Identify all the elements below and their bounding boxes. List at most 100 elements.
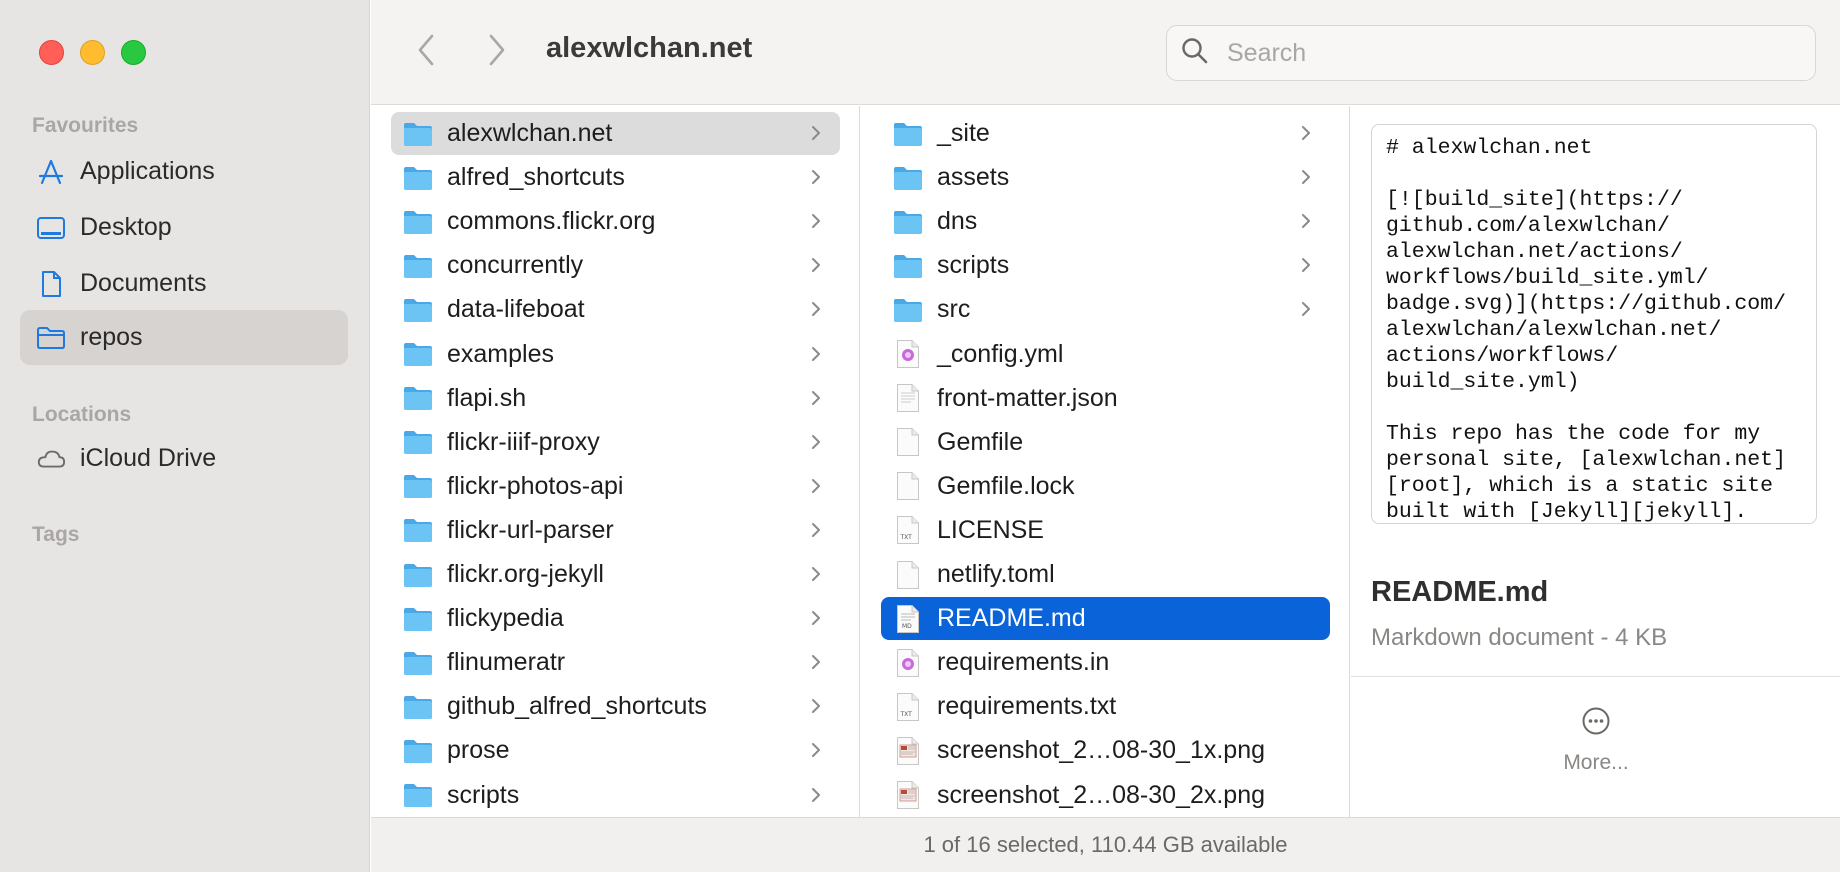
folder-icon bbox=[403, 560, 433, 590]
file-preview[interactable]: # alexwlchan.net [![build_site](https://… bbox=[1371, 124, 1817, 524]
file-row[interactable]: TXT requirements.txt bbox=[881, 685, 1330, 728]
folder-row[interactable]: flickr-iiif-proxy bbox=[391, 421, 840, 464]
folder-row[interactable]: flickr-photos-api bbox=[391, 465, 840, 508]
file-row[interactable]: netlify.toml bbox=[881, 553, 1330, 596]
close-button[interactable] bbox=[39, 40, 64, 65]
sidebar-item-icloud-drive[interactable]: iCloud Drive bbox=[20, 431, 348, 486]
search-icon bbox=[1181, 37, 1209, 70]
desktop-icon bbox=[36, 213, 66, 243]
chevron-right-icon bbox=[806, 652, 826, 672]
chevron-left-icon bbox=[418, 34, 434, 66]
document-icon bbox=[36, 269, 66, 299]
folder-row[interactable]: alexwlchan.net bbox=[391, 112, 840, 155]
folder-row[interactable]: alfred_shortcuts bbox=[391, 156, 840, 199]
toolbar: alexwlchan.net Search bbox=[371, 0, 1840, 105]
item-name: README.md bbox=[937, 604, 1086, 633]
folder-row[interactable]: flinumeratr bbox=[391, 641, 840, 684]
file-row[interactable]: front-matter.json bbox=[881, 377, 1330, 420]
folder-row[interactable]: prose bbox=[391, 729, 840, 772]
folder-icon bbox=[403, 736, 433, 766]
item-name: examples bbox=[447, 339, 554, 368]
window-controls bbox=[39, 40, 146, 65]
folder-row[interactable]: flapi.sh bbox=[391, 377, 840, 420]
search-input[interactable]: Search bbox=[1166, 25, 1816, 81]
sidebar-section-favourites: Favourites bbox=[32, 114, 139, 137]
chevron-right-icon bbox=[806, 167, 826, 187]
cloud-icon bbox=[36, 444, 66, 474]
file-row[interactable]: requirements.in bbox=[881, 641, 1330, 684]
file-row[interactable]: Gemfile bbox=[881, 421, 1330, 464]
chevron-right-icon bbox=[806, 211, 826, 231]
folder-icon bbox=[403, 295, 433, 325]
folder-row[interactable]: concurrently bbox=[391, 244, 840, 287]
folder-row[interactable]: flickr.org-jekyll bbox=[391, 553, 840, 596]
finder-window: Favourites Applications Desktop Document… bbox=[0, 0, 1840, 872]
folder-row[interactable]: examples bbox=[391, 333, 840, 376]
item-name: front-matter.json bbox=[937, 383, 1118, 412]
file-row[interactable]: MD README.md bbox=[881, 597, 1330, 641]
item-name: requirements.txt bbox=[937, 692, 1117, 721]
item-name: assets bbox=[937, 163, 1010, 192]
folder-row[interactable]: flickypedia bbox=[391, 597, 840, 640]
chevron-right-icon bbox=[806, 696, 826, 716]
folder-icon bbox=[403, 780, 433, 810]
chevron-right-icon bbox=[806, 740, 826, 760]
item-name: flinumeratr bbox=[447, 648, 566, 677]
folder-row[interactable]: src bbox=[881, 288, 1330, 331]
sidebar-item-desktop[interactable]: Desktop bbox=[20, 200, 348, 255]
item-name: concurrently bbox=[447, 251, 584, 280]
minimize-button[interactable] bbox=[80, 40, 105, 65]
item-name: flickr.org-jekyll bbox=[447, 560, 604, 588]
more-button[interactable]: More... bbox=[1506, 706, 1686, 775]
file-row[interactable]: screenshot_2…08-30_2x.png bbox=[881, 774, 1330, 817]
file-row[interactable]: _config.yml bbox=[881, 333, 1330, 376]
folder-icon bbox=[36, 323, 66, 353]
file-row[interactable]: screenshot_2…08-30_1x.png bbox=[881, 729, 1330, 772]
back-button[interactable] bbox=[406, 30, 446, 70]
chevron-right-icon bbox=[1296, 299, 1316, 319]
item-name: Gemfile bbox=[937, 427, 1024, 456]
file-row[interactable]: Gemfile.lock bbox=[881, 465, 1330, 508]
sidebar-item-applications[interactable]: Applications bbox=[20, 144, 348, 199]
file-icon: TXT bbox=[893, 692, 923, 722]
folder-row[interactable]: data-lifeboat bbox=[391, 288, 840, 331]
sidebar-item-documents[interactable]: Documents bbox=[20, 256, 348, 311]
file-icon: TXT bbox=[893, 515, 923, 545]
file-icon bbox=[893, 648, 923, 678]
file-row[interactable]: TXT LICENSE bbox=[881, 509, 1330, 552]
folder-row[interactable]: scripts bbox=[881, 244, 1330, 287]
item-name: screenshot_2…08-30_1x.png bbox=[937, 736, 1266, 765]
chevron-right-icon bbox=[1296, 123, 1316, 143]
folder-icon bbox=[403, 648, 433, 678]
folder-icon bbox=[403, 163, 433, 193]
folder-row[interactable]: scripts bbox=[391, 774, 840, 817]
sidebar: Favourites Applications Desktop Document… bbox=[0, 0, 370, 872]
file-icon bbox=[893, 471, 923, 501]
window-title: alexwlchan.net bbox=[546, 32, 753, 64]
item-name: alfred_shortcuts bbox=[447, 163, 625, 192]
sidebar-item-repos[interactable]: repos bbox=[20, 310, 348, 365]
divider bbox=[1351, 676, 1840, 677]
chevron-right-icon bbox=[489, 34, 505, 66]
item-name: requirements.in bbox=[937, 648, 1110, 677]
chevron-right-icon bbox=[806, 299, 826, 319]
column-alexwlchan-net: _siteassets dns scripts src _config.ymlfront… bbox=[861, 106, 1350, 817]
forward-button[interactable] bbox=[477, 30, 517, 70]
item-name: _config.yml bbox=[937, 339, 1064, 368]
item-name: dns bbox=[937, 207, 978, 236]
status-bar: 1 of 16 selected, 110.44 GB available bbox=[371, 817, 1840, 872]
folder-row[interactable]: _site bbox=[881, 112, 1330, 155]
item-name: _site bbox=[937, 119, 990, 147]
sidebar-item-label: iCloud Drive bbox=[80, 444, 217, 472]
file-icon bbox=[893, 560, 923, 590]
chevron-right-icon bbox=[806, 255, 826, 275]
folder-row[interactable]: dns bbox=[881, 200, 1330, 243]
folder-row[interactable]: github_alfred_shortcuts bbox=[391, 685, 840, 728]
svg-text:TXT: TXT bbox=[900, 711, 913, 718]
folder-row[interactable]: commons.flickr.org bbox=[391, 200, 840, 243]
folder-row[interactable]: assets bbox=[881, 156, 1330, 199]
zoom-button[interactable] bbox=[121, 40, 146, 65]
file-icon: MD bbox=[893, 604, 923, 634]
folder-row[interactable]: flickr-url-parser bbox=[391, 509, 840, 552]
chevron-right-icon bbox=[806, 608, 826, 628]
